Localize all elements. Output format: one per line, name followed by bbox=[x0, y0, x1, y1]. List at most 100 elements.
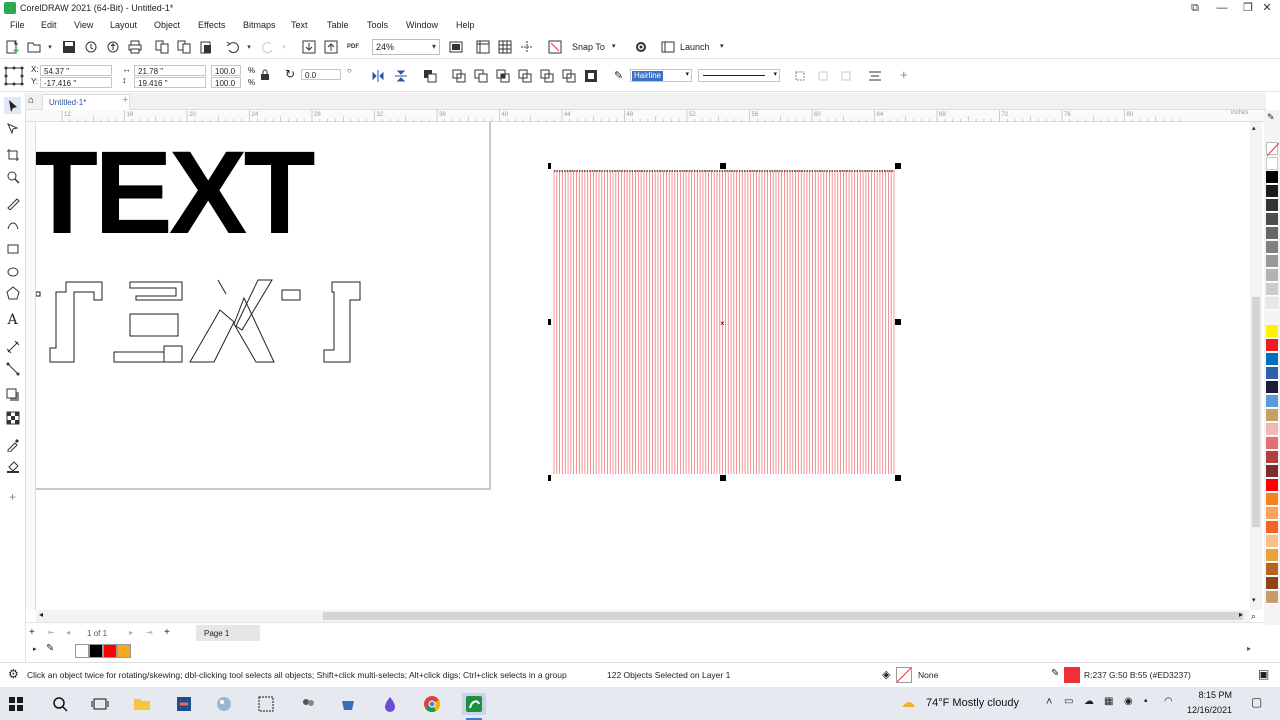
rectangle-tool-icon[interactable] bbox=[4, 240, 21, 257]
redo-icon[interactable] bbox=[260, 39, 276, 55]
palette-swatch[interactable] bbox=[1266, 577, 1278, 590]
redo-dropdown-icon[interactable]: ▾ bbox=[276, 39, 292, 55]
weather-icon[interactable]: ☁ bbox=[901, 694, 915, 711]
clock-time[interactable]: 8:15 PM bbox=[1188, 690, 1232, 700]
freehand-tool-icon[interactable] bbox=[4, 194, 21, 211]
wifi-icon[interactable]: ◠ bbox=[1164, 696, 1173, 707]
options-gear-icon[interactable] bbox=[633, 39, 649, 55]
palette-swatch[interactable] bbox=[1266, 353, 1278, 366]
home-icon[interactable]: ⌂ bbox=[28, 95, 34, 106]
add-document-icon[interactable]: + bbox=[122, 94, 128, 106]
eyedropper-tool-icon[interactable] bbox=[4, 436, 21, 453]
horizontal-ruler[interactable]: 12 16 20 24 28 32 36 40 44 48 52 56 60 64 68 72 76 80 inc… bbox=[26, 110, 1266, 122]
palette-swatch[interactable] bbox=[1266, 409, 1278, 422]
show-rulers-icon[interactable] bbox=[475, 39, 491, 55]
selection-handle[interactable] bbox=[548, 319, 551, 325]
to-front-icon[interactable] bbox=[815, 68, 831, 84]
import-icon[interactable] bbox=[301, 39, 317, 55]
menu-text[interactable]: Text bbox=[291, 20, 308, 30]
drop-shadow-tool-icon[interactable] bbox=[4, 386, 21, 403]
snipping-tool-icon[interactable] bbox=[255, 693, 277, 715]
launch-icon[interactable] bbox=[660, 39, 676, 55]
palette-eyedropper-icon[interactable]: ✎ bbox=[1267, 112, 1275, 123]
hatch-line-group[interactable]: × bbox=[548, 162, 908, 482]
weather-text[interactable]: 74°F Mostly cloudy bbox=[926, 697, 1019, 709]
text-tool-icon[interactable]: A bbox=[4, 311, 21, 328]
palette-swatch[interactable] bbox=[1266, 157, 1278, 170]
simplify-icon[interactable] bbox=[517, 68, 533, 84]
line-style-combobox[interactable]: ▾ bbox=[698, 69, 780, 82]
palette-swatch[interactable] bbox=[1266, 171, 1278, 184]
people-app-icon[interactable] bbox=[297, 693, 319, 715]
last-page-icon[interactable]: ⇥ bbox=[146, 628, 153, 637]
undo-dropdown-icon[interactable]: ▾ bbox=[241, 39, 257, 55]
x-position-field[interactable]: 54.37 " bbox=[40, 65, 112, 76]
object-origin-icon[interactable] bbox=[4, 66, 24, 86]
add-page-after-icon[interactable]: + bbox=[164, 627, 170, 638]
palette-swatch[interactable] bbox=[1266, 269, 1278, 282]
palette-swatch[interactable] bbox=[1266, 227, 1278, 240]
droplet-app-icon[interactable] bbox=[379, 693, 401, 715]
print-icon[interactable] bbox=[127, 39, 143, 55]
status-settings-gear-icon[interactable]: ⚙ bbox=[8, 667, 19, 681]
vertical-scroll-thumb[interactable] bbox=[1252, 297, 1260, 527]
width-field[interactable]: 21.78 " bbox=[134, 65, 206, 76]
no-color-swatch[interactable] bbox=[1266, 142, 1280, 157]
palette-swatch[interactable] bbox=[1266, 535, 1278, 548]
color-tray-icon[interactable]: ▣ bbox=[1258, 667, 1269, 681]
undo-icon[interactable] bbox=[225, 39, 241, 55]
add-tool-icon[interactable]: + bbox=[4, 488, 21, 505]
vertical-scrollbar[interactable]: ▴ ▾ bbox=[1250, 122, 1262, 610]
chevron-down-icon[interactable]: ▾ bbox=[42, 39, 58, 55]
palette-swatch[interactable] bbox=[1266, 395, 1278, 408]
back-minus-front-icon[interactable] bbox=[561, 68, 577, 84]
file-explorer-icon[interactable] bbox=[131, 693, 153, 715]
mirror-horizontal-icon[interactable] bbox=[370, 68, 386, 84]
palette-swatch[interactable] bbox=[1266, 451, 1278, 464]
scroll-down-icon[interactable]: ▾ bbox=[1252, 596, 1256, 604]
polygon-tool-icon[interactable] bbox=[4, 284, 21, 301]
crop-tool-icon[interactable] bbox=[4, 146, 21, 163]
save-icon[interactable] bbox=[61, 39, 77, 55]
menu-window[interactable]: Window bbox=[406, 20, 438, 30]
document-palette-swatch[interactable] bbox=[117, 644, 131, 658]
coreldraw-taskbar-icon[interactable] bbox=[462, 693, 486, 720]
palette-swatch[interactable] bbox=[1266, 241, 1278, 254]
selection-handle[interactable] bbox=[548, 163, 551, 169]
palette-swatch[interactable] bbox=[1266, 479, 1278, 492]
show-hidden-icons-icon[interactable]: ˄ bbox=[1046, 696, 1052, 708]
tray-network-icon[interactable]: ◉ bbox=[1124, 696, 1133, 707]
ellipse-tool-icon[interactable] bbox=[4, 263, 21, 280]
menu-tools[interactable]: Tools bbox=[367, 20, 388, 30]
palette-swatch[interactable] bbox=[1266, 255, 1278, 268]
menu-effects[interactable]: Effects bbox=[198, 20, 225, 30]
tray-app2-icon[interactable]: ▦ bbox=[1104, 696, 1113, 707]
palette-swatch[interactable] bbox=[1266, 311, 1278, 324]
front-minus-back-icon[interactable] bbox=[539, 68, 555, 84]
zoom-tool-icon[interactable] bbox=[4, 168, 21, 185]
menu-table[interactable]: Table bbox=[327, 20, 349, 30]
palette-scroll-right-icon[interactable]: ▸ bbox=[1247, 644, 1251, 653]
palette-swatch[interactable] bbox=[1266, 437, 1278, 450]
palette-swatch[interactable] bbox=[1266, 549, 1278, 562]
selection-handle[interactable] bbox=[720, 163, 726, 169]
rotation-angle-field[interactable]: 0.0 bbox=[301, 69, 341, 80]
chevron-down-icon[interactable]: ▾ bbox=[720, 42, 724, 50]
palette-swatch[interactable] bbox=[1266, 185, 1278, 198]
outline-color-swatch[interactable] bbox=[1064, 667, 1080, 683]
snap-to-label[interactable]: Snap To bbox=[572, 42, 605, 52]
height-field[interactable]: 19.416 " bbox=[134, 77, 206, 88]
windows-start-icon[interactable] bbox=[5, 693, 27, 715]
chevron-down-icon[interactable]: ▾ bbox=[612, 42, 616, 50]
launch-label[interactable]: Launch bbox=[680, 42, 710, 52]
cloud-sync-icon[interactable] bbox=[83, 39, 99, 55]
palette-swatch[interactable] bbox=[1266, 283, 1278, 296]
cut-icon[interactable] bbox=[154, 39, 170, 55]
palette-swatch[interactable] bbox=[1266, 297, 1278, 310]
lock-ratio-icon[interactable] bbox=[259, 69, 271, 81]
full-screen-icon[interactable] bbox=[448, 39, 464, 55]
selection-handle[interactable] bbox=[895, 319, 901, 325]
zoom-navigator-icon[interactable]: ⌕ bbox=[1251, 611, 1256, 622]
account-icon[interactable]: ⧉ bbox=[1180, 1, 1210, 16]
intersect-icon[interactable] bbox=[495, 68, 511, 84]
